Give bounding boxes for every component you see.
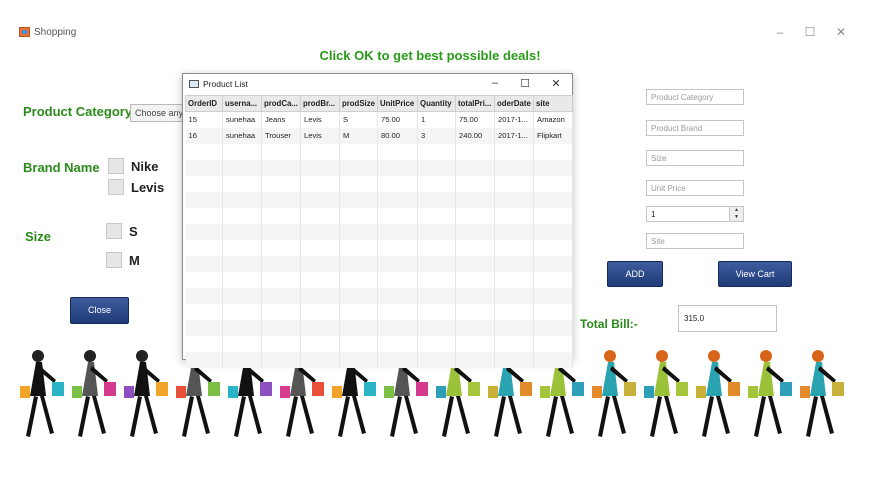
levis-label: Levis [131,180,165,195]
shopping-window: Shopping – ☐ ✕ Click OK to get best poss… [0,0,870,477]
empty-row [185,271,573,288]
quantity-value: 1 [651,210,656,219]
headline: Click OK to get best possible deals! [319,48,541,63]
table-cell: Trouser [261,127,301,144]
table-cell: 80.00 [377,127,418,144]
shopper-figure [748,350,792,437]
empty-row [185,335,573,352]
shopper-figure [72,350,116,437]
table-cell: Levis [300,127,340,144]
product-list-window: Product List – ☐ ✕ OrderID userna... pro… [182,73,573,368]
column-header[interactable]: Quantity [417,95,456,112]
product-list-maximize-button[interactable]: ☐ [518,77,532,90]
product-category-field[interactable]: Product Category [646,89,744,105]
table-cell: 75.00 [377,111,418,128]
table-cell: Amazon [533,111,573,128]
stepper-down-icon[interactable]: ▼ [730,214,743,221]
table-cell: M [339,127,378,144]
shopper-figure [20,350,64,437]
view-cart-button[interactable]: View Cart [718,261,792,287]
column-header[interactable]: site [533,95,573,112]
column-header[interactable]: OrderID [185,95,223,112]
column-header[interactable]: UnitPrice [377,95,418,112]
nike-label: Nike [131,159,159,174]
empty-row [185,303,573,320]
column-header[interactable]: prodBr... [300,95,340,112]
empty-row [185,159,573,176]
close-window-button[interactable]: ✕ [833,25,849,39]
table-cell: 75.00 [455,111,495,128]
site-field[interactable]: Site [646,233,744,249]
table-cell: S [339,111,378,128]
product-list-title: Product List [203,79,248,89]
table-row[interactable]: 16 sunehaa Trouser Levis M 80.00 3 240.0… [185,127,573,144]
add-button[interactable]: ADD [607,261,663,287]
column-header[interactable]: oderDate [494,95,534,112]
product-list-close-button[interactable]: ✕ [549,77,563,90]
empty-row [185,239,573,256]
empty-row [185,207,573,224]
column-header[interactable]: prodSize [339,95,378,112]
column-header[interactable]: prodCa... [261,95,301,112]
size-label: Size [25,229,52,244]
shopper-figure [124,350,168,437]
stepper-buttons[interactable]: ▲ ▼ [729,207,743,221]
table-header-row: OrderID userna... prodCa... prodBr... pr… [185,95,573,112]
size-s-label: S [129,224,138,239]
product-table: OrderID userna... prodCa... prodBr... pr… [185,95,573,368]
empty-row [185,223,573,240]
product-brand-field[interactable]: Product Brand [646,120,744,136]
empty-row [185,191,573,208]
levis-checkbox[interactable] [108,179,124,195]
empty-row [185,319,573,336]
size-s-checkbox[interactable] [106,223,122,239]
shopper-figure [592,350,636,437]
close-button[interactable]: Close [70,297,129,324]
product-list-minimize-button[interactable]: – [488,77,502,89]
product-category-label: Product Category [23,104,133,119]
unit-price-field[interactable]: Unit Price [646,180,744,196]
total-bill-label: Total Bill:- [580,317,638,331]
table-cell: 240.00 [455,127,495,144]
brand-name-label: Brand Name [23,160,100,175]
table-cell: 16 [185,127,223,144]
size-field[interactable]: Size [646,150,744,166]
shopper-figure [696,350,740,437]
table-cell: 15 [185,111,223,128]
size-m-checkbox[interactable] [106,252,122,268]
quantity-stepper[interactable]: 1 ▲ ▼ [646,206,744,222]
table-cell: sunehaa [222,111,262,128]
shopper-figure [800,350,844,437]
table-cell: 1 [417,111,456,128]
table-cell: 2017-1... [494,111,534,128]
nike-checkbox[interactable] [108,158,124,174]
empty-row [185,175,573,192]
title-bar: Shopping – ☐ ✕ [0,24,870,42]
app-icon [19,27,30,37]
minimize-button[interactable]: – [772,25,788,39]
size-m-label: M [129,253,140,268]
empty-row [185,351,573,368]
table-row[interactable]: 15 sunehaa Jeans Levis S 75.00 1 75.00 2… [185,111,573,128]
table-cell: Flipkart [533,127,573,144]
maximize-button[interactable]: ☐ [802,25,818,39]
window-title: Shopping [34,27,77,38]
empty-row [185,255,573,272]
table-cell: 3 [417,127,456,144]
product-list-title-bar: Product List – ☐ ✕ [183,74,572,94]
column-header[interactable]: userna... [222,95,262,112]
table-cell: 2017-1... [494,127,534,144]
table-cell: Levis [300,111,340,128]
table-cell: Jeans [261,111,301,128]
empty-row [185,287,573,304]
stepper-up-icon[interactable]: ▲ [730,207,743,214]
window-icon [189,80,199,88]
shopper-figure [644,350,688,437]
empty-row [185,143,573,160]
column-header[interactable]: totalPri... [455,95,495,112]
table-cell: sunehaa [222,127,262,144]
total-bill-field: 315.0 [678,305,777,332]
